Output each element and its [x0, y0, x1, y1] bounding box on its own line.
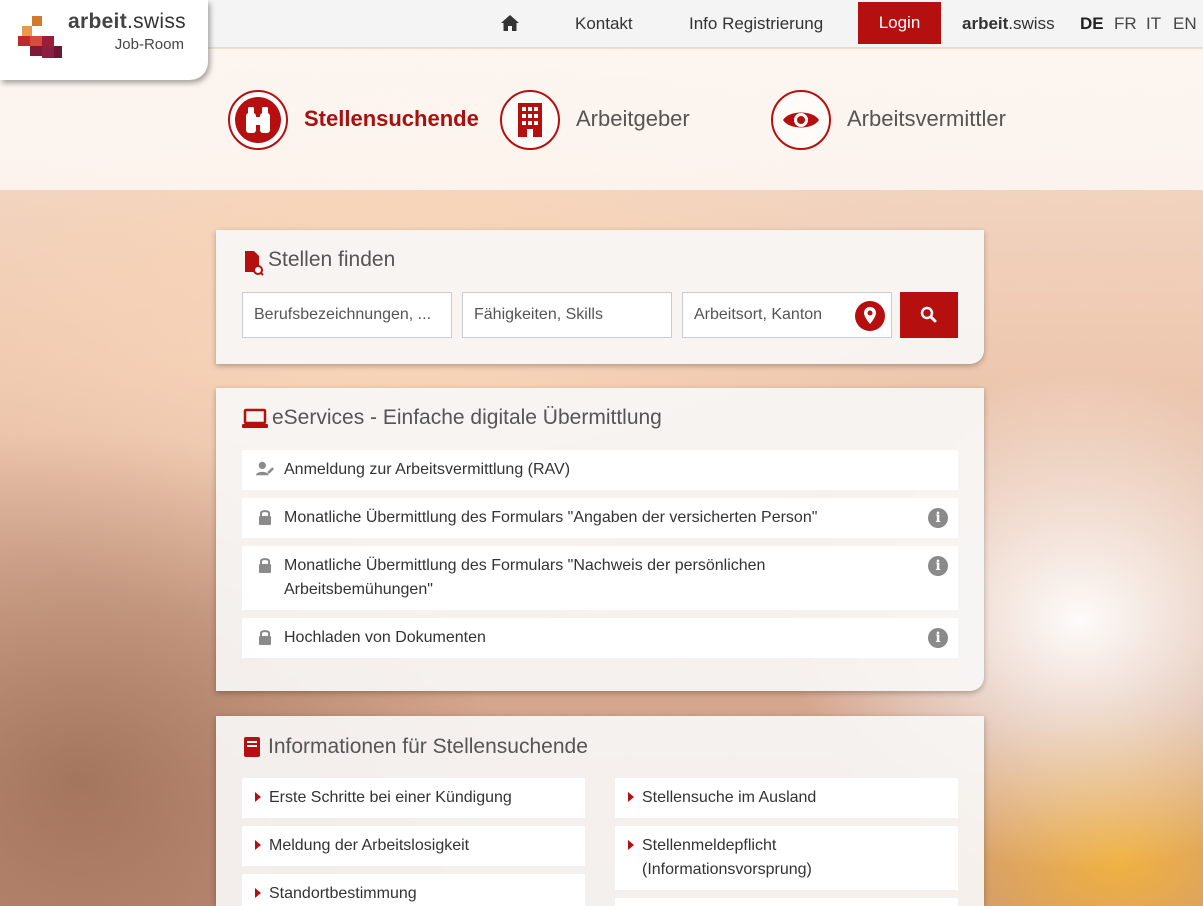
job-search-card: Stellen finden Berufsbezeichnungen, ... …	[216, 230, 984, 364]
building-icon-circle	[500, 90, 560, 150]
eye-icon	[783, 112, 819, 128]
brand-name-bold: arbeit	[68, 10, 127, 33]
jobseeker-info-card: Informationen für Stellensuchende Erste …	[216, 716, 984, 906]
eservice-item-upload-documents[interactable]: Hochladen von Dokumenten i	[242, 618, 958, 658]
info-icon[interactable]: i	[928, 508, 948, 528]
tab-stellensuchende[interactable]: Stellensuchende	[228, 90, 479, 150]
info-icon[interactable]: i	[928, 556, 948, 576]
occupation-input[interactable]: Berufsbezeichnungen, ...	[242, 292, 452, 338]
user-edit-icon	[256, 461, 274, 476]
info-link-job-search-abroad[interactable]: Stellensuche im Ausland	[615, 778, 958, 818]
caret-right-icon	[628, 792, 634, 802]
skills-placeholder: Fähigkeiten, Skills	[474, 306, 603, 323]
nav-link-contact[interactable]: Kontakt	[575, 0, 633, 48]
info-link-job-reporting-obligation[interactable]: Stellenmeldepflicht (Informationsvorspru…	[615, 826, 958, 890]
nav-link-registration-info[interactable]: Info Registrierung	[689, 0, 823, 48]
tab-label-stellensuchende: Stellensuchende	[304, 106, 479, 131]
info-link-more[interactable]	[615, 898, 958, 906]
eservice-item-label: Monatliche Übermittlung des Formulars "A…	[284, 509, 818, 526]
building-icon	[518, 103, 542, 137]
info-link-first-steps[interactable]: Erste Schritte bei einer Kündigung	[242, 778, 585, 818]
eservices-title: eServices - Einfache digitale Übermittlu…	[272, 406, 662, 429]
lock-icon	[259, 630, 271, 645]
lock-icon	[259, 510, 271, 525]
document-search-icon	[245, 251, 264, 276]
eservice-item-registration[interactable]: Anmeldung zur Arbeitsvermittlung (RAV)	[242, 450, 958, 490]
logo-mark-icon	[18, 14, 64, 62]
info-link-label: Stellenmeldepflicht (Informationsvorspru…	[642, 837, 812, 878]
eservice-item-label: Hochladen von Dokumenten	[284, 629, 486, 646]
brand-subtitle: Job-Room	[114, 36, 184, 53]
job-search-title: Stellen finden	[268, 248, 396, 271]
caret-right-icon	[255, 888, 261, 898]
brand-name-rest: .swiss	[127, 10, 186, 33]
info-link-label: Meldung der Arbeitslosigkeit	[269, 837, 470, 854]
laptop-icon	[242, 408, 268, 428]
language-it[interactable]: IT	[1146, 0, 1161, 48]
nav-link-arbeit-swiss[interactable]: arbeit.swiss	[962, 0, 1055, 48]
language-fr[interactable]: FR	[1114, 0, 1137, 48]
binoculars-icon	[246, 107, 270, 133]
map-pin-icon	[864, 307, 876, 324]
eye-icon-circle	[771, 90, 831, 150]
tab-arbeitgeber[interactable]: Arbeitgeber	[500, 90, 710, 150]
brand-logo[interactable]: arbeit.swiss Job-Room	[0, 0, 208, 80]
portal-link-bold: arbeit	[962, 14, 1009, 33]
info-link-label: Standortbestimmung	[269, 885, 417, 902]
eservice-item-work-efforts-form[interactable]: Monatliche Übermittlung des Formulars "N…	[242, 546, 958, 610]
language-de[interactable]: DE	[1080, 0, 1104, 48]
jobseeker-info-title: Informationen für Stellensuchende	[268, 735, 588, 758]
info-icon[interactable]: i	[928, 628, 948, 648]
search-icon	[920, 306, 937, 323]
eservice-item-label: Anmeldung zur Arbeitsvermittlung (RAV)	[284, 461, 571, 478]
home-icon[interactable]	[500, 14, 520, 32]
info-link-label: Erste Schritte bei einer Kündigung	[269, 789, 512, 806]
search-button[interactable]	[900, 292, 958, 338]
language-en[interactable]: EN	[1173, 0, 1197, 48]
tab-label-arbeitgeber: Arbeitgeber	[576, 106, 690, 131]
occupation-placeholder: Berufsbezeichnungen, ...	[254, 306, 432, 323]
info-link-label: Stellensuche im Ausland	[642, 789, 817, 806]
portal-link-rest: .swiss	[1008, 14, 1055, 33]
book-icon	[244, 737, 260, 757]
caret-right-icon	[255, 840, 261, 850]
caret-right-icon	[255, 792, 261, 802]
eservices-card: eServices - Einfache digitale Übermittlu…	[216, 388, 984, 691]
tab-arbeitsvermittler[interactable]: Arbeitsvermittler	[771, 90, 1021, 150]
tab-label-arbeitsvermittler: Arbeitsvermittler	[847, 106, 1006, 131]
skills-input[interactable]: Fähigkeiten, Skills	[462, 292, 672, 338]
location-input[interactable]: Arbeitsort, Kanton	[682, 292, 892, 338]
lock-icon	[259, 558, 271, 573]
caret-right-icon	[628, 840, 634, 850]
location-placeholder: Arbeitsort, Kanton	[694, 306, 823, 323]
brand-name: arbeit.swiss	[68, 10, 186, 34]
eservice-item-insured-person-form[interactable]: Monatliche Übermittlung des Formulars "A…	[242, 498, 958, 538]
info-link-assessment[interactable]: Standortbestimmung	[242, 874, 585, 906]
info-link-unemployment-notice[interactable]: Meldung der Arbeitslosigkeit	[242, 826, 585, 866]
map-pin-button[interactable]	[855, 301, 885, 331]
binoculars-icon-circle	[228, 90, 288, 150]
eservice-item-label: Monatliche Übermittlung des Formulars "N…	[284, 557, 766, 598]
login-button[interactable]: Login	[858, 2, 941, 44]
